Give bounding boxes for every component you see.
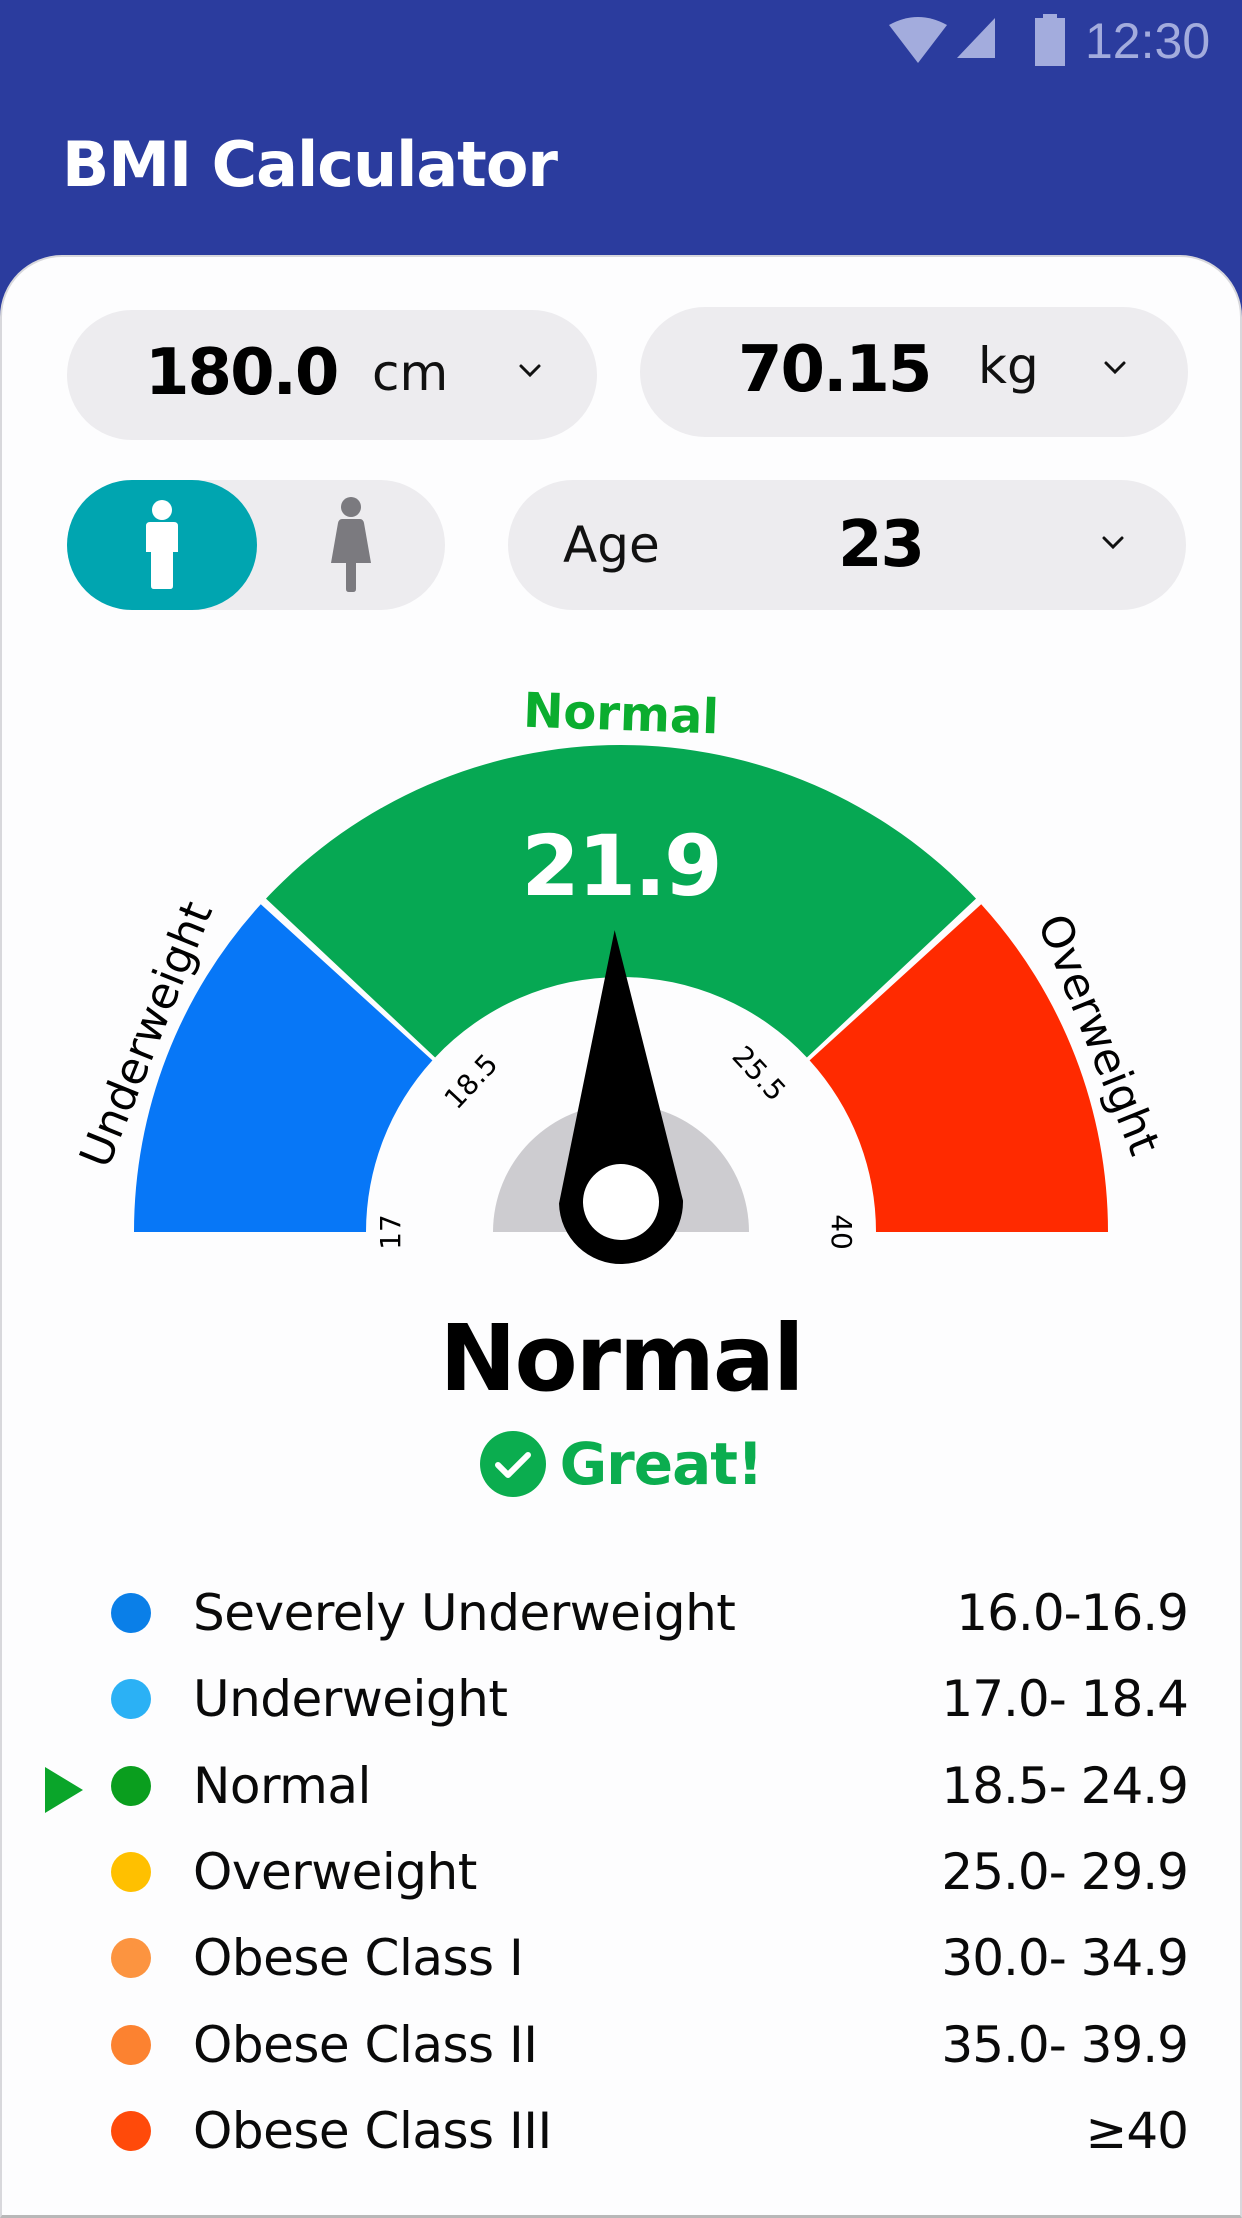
age-value: 23	[838, 508, 925, 582]
category-color-dot	[111, 1593, 151, 1633]
gender-male-button[interactable]	[67, 480, 257, 610]
category-label: Overweight	[193, 1842, 477, 1901]
triangle-right-icon	[45, 1766, 83, 1813]
weight-value: 70.15	[738, 333, 932, 407]
category-range: 35.0- 39.9	[941, 2015, 1189, 2074]
gender-toggle	[67, 480, 445, 610]
gauge-value: 21.9	[521, 817, 720, 915]
height-selector[interactable]: 180.0 cm	[67, 310, 597, 440]
bmi-category-row: Obese Class III ≥40	[0, 2088, 1242, 2174]
category-range: 18.5- 24.9	[941, 1756, 1189, 1815]
gauge-tick: 18.5	[438, 1047, 505, 1115]
app-title: BMI Calculator	[62, 128, 558, 201]
category-color-dot	[111, 2024, 151, 2065]
height-unit: cm	[372, 344, 449, 402]
height-value: 180.0	[145, 336, 339, 410]
result-category: Normal	[439, 1305, 804, 1412]
category-label: Severely Underweight	[193, 1584, 736, 1642]
category-color-dot	[111, 1679, 151, 1720]
age-selector[interactable]: Age 23	[508, 480, 1186, 610]
category-color-dot	[111, 1765, 151, 1806]
category-color-dot	[111, 1938, 151, 1979]
category-label: Obese Class III	[193, 2101, 552, 2160]
chevron-down-icon	[519, 364, 541, 378]
category-range: ≥40	[1085, 2101, 1189, 2160]
category-color-dot	[111, 2110, 151, 2151]
bmi-category-row: Obese Class II 35.0- 39.9	[0, 2002, 1242, 2088]
bmi-category-row: Overweight 25.0- 29.9	[0, 1829, 1242, 1915]
category-range: 16.0-16.9	[956, 1584, 1189, 1642]
category-label: Obese Class II	[193, 2015, 538, 2074]
weight-selector[interactable]: 70.15 kg	[640, 307, 1188, 437]
check-circle-icon	[479, 1431, 546, 1497]
category-label: Obese Class I	[193, 1929, 524, 1988]
chevron-down-icon	[1102, 536, 1124, 550]
status-bar: 12:30	[0, 0, 1242, 80]
bmi-category-row: Severely Underweight 16.0-16.9	[0, 1570, 1242, 1656]
chevron-down-icon	[1104, 361, 1126, 375]
cell-signal-icon	[957, 18, 995, 58]
category-range: 17.0- 18.4	[941, 1670, 1189, 1729]
age-label: Age	[563, 516, 660, 574]
weight-unit: kg	[978, 337, 1039, 395]
category-label: Normal	[193, 1756, 371, 1815]
gauge-tick: 25.5	[726, 1039, 793, 1107]
wifi-icon	[889, 17, 947, 63]
bmi-category-row: Underweight 17.0- 18.4	[0, 1656, 1242, 1742]
male-icon	[146, 500, 178, 589]
gauge-tick: 17	[374, 1214, 407, 1250]
category-color-dot	[111, 1851, 151, 1892]
gauge-top-label: Normal	[522, 683, 720, 746]
category-range: 25.0- 29.9	[941, 1842, 1189, 1901]
category-label: Underweight	[193, 1670, 508, 1729]
bmi-category-row: Obese Class I 30.0- 34.9	[0, 1915, 1242, 2001]
category-range: 30.0- 34.9	[941, 1929, 1189, 1988]
bmi-gauge: Normal 21.9 Underweight Overweight 17 18…	[70, 683, 1170, 1264]
gender-female-button[interactable]	[257, 480, 445, 610]
female-icon	[331, 497, 371, 592]
status-time: 12:30	[1085, 13, 1211, 69]
battery-icon	[1035, 14, 1065, 66]
bmi-category-row: Normal 18.5- 24.9	[0, 1743, 1242, 1829]
result-message-text: Great!	[559, 1430, 764, 1498]
gauge-tick: 40	[825, 1214, 858, 1250]
result-message: Great!	[0, 1430, 1242, 1498]
